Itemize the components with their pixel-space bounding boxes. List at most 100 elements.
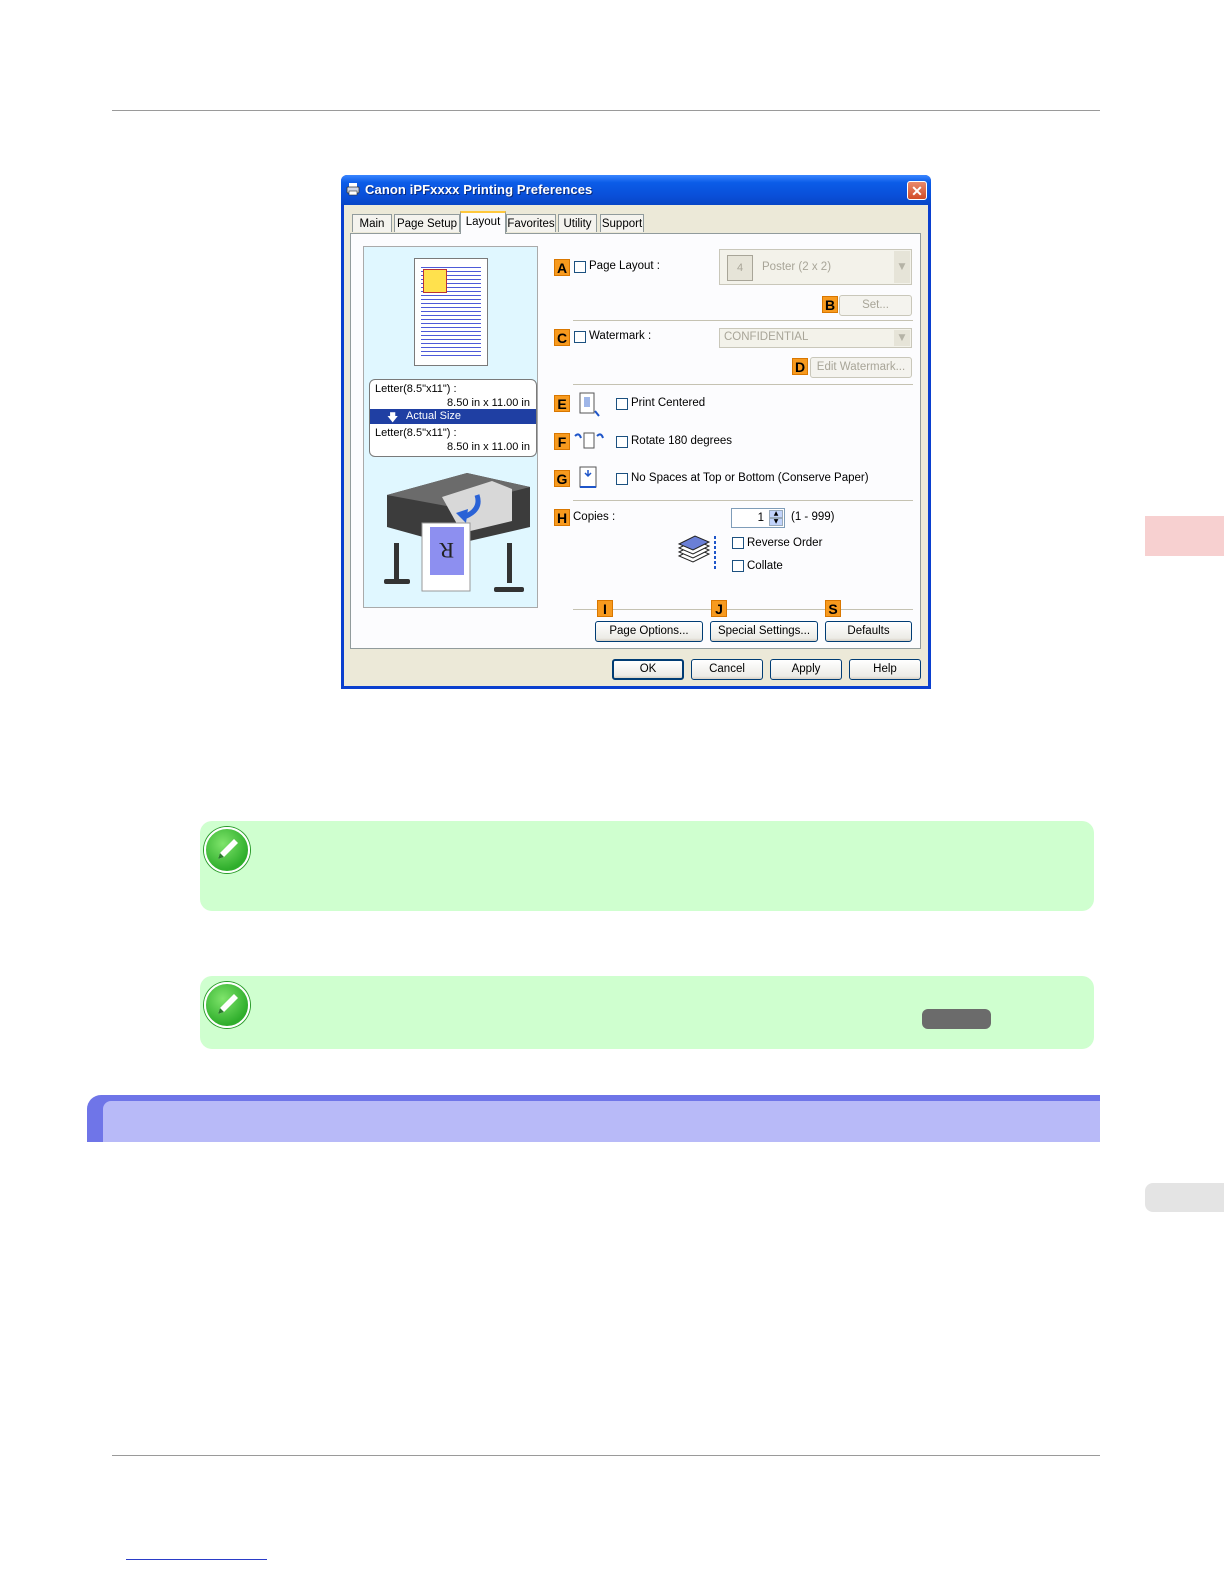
chevron-down-icon: ▼	[894, 330, 910, 346]
print-centered-icon	[579, 392, 600, 417]
cancel-button[interactable]: Cancel	[691, 659, 763, 680]
no-spaces-label: No Spaces at Top or Bottom (Conserve Pap…	[631, 472, 869, 484]
close-button[interactable]: ✕	[907, 181, 927, 200]
tab-label: Layout	[465, 216, 501, 228]
printer-icon	[346, 182, 360, 200]
tab-label: Favorites	[507, 218, 555, 230]
dialog-client-area: Main Page Setup Layout Favorites Utility…	[344, 205, 928, 686]
tab-utility[interactable]: Utility	[558, 214, 597, 232]
copies-stepper[interactable]: 1 ▲ ▼	[731, 508, 785, 528]
copies-range: (1 - 999)	[791, 511, 835, 523]
tab-label: Page Setup	[396, 218, 458, 230]
page-layout-checkbox[interactable]	[574, 261, 586, 273]
ok-button[interactable]: OK	[612, 659, 684, 680]
copies-value: 1	[757, 512, 764, 524]
reference-button[interactable]	[922, 1009, 991, 1029]
reverse-order-label: Reverse Order	[747, 537, 823, 549]
callout-c: C	[554, 329, 570, 346]
no-spaces-checkbox[interactable]	[616, 473, 628, 485]
note-box-1	[200, 821, 1094, 911]
callout-f: F	[554, 433, 570, 450]
print-centered-checkbox[interactable]	[616, 398, 628, 410]
watermark-checkbox[interactable]	[574, 331, 586, 343]
callout-b: B	[822, 296, 838, 313]
thumbnail-image-icon	[423, 269, 447, 293]
section-heading-fill	[103, 1101, 1100, 1142]
page-layout-value: Poster (2 x 2)	[762, 261, 832, 273]
rotate-checkbox[interactable]	[616, 436, 628, 448]
tab-favorites[interactable]: Favorites	[506, 214, 556, 232]
callout-s: S	[825, 600, 841, 617]
top-rule	[112, 110, 1100, 111]
page-layout-label: Page Layout :	[589, 260, 660, 272]
page-thumbnail	[414, 258, 488, 366]
defaults-button[interactable]: Defaults	[825, 621, 912, 642]
layout-preview: Letter(8.5"x11") : 8.50 in x 11.00 in 🡇 …	[363, 246, 538, 608]
separator-3	[573, 500, 913, 501]
output-size-label: Letter(8.5"x11") :	[375, 427, 457, 439]
size-info-box: Letter(8.5"x11") : 8.50 in x 11.00 in 🡇 …	[369, 379, 537, 457]
tab-page-setup[interactable]: Page Setup	[394, 214, 460, 232]
callout-a: A	[554, 259, 570, 276]
pencil-note-icon	[204, 982, 250, 1028]
scale-label: Actual Size	[406, 410, 462, 422]
footer-link-underline[interactable]	[126, 1559, 267, 1560]
reverse-order-checkbox[interactable]	[732, 537, 744, 549]
spin-up-icon[interactable]: ▲	[769, 510, 783, 518]
tab-label: Main	[359, 218, 385, 230]
tab-label: Utility	[563, 218, 592, 230]
watermark-label: Watermark :	[589, 330, 652, 342]
chevron-down-icon: ▼	[894, 251, 910, 283]
set-button[interactable]: Set...	[839, 295, 912, 316]
scale-row: 🡇 Actual Size	[370, 409, 536, 424]
special-settings-button[interactable]: Special Settings...	[710, 621, 818, 642]
note-box-2	[200, 976, 1094, 1049]
separator-4	[573, 609, 913, 610]
page-layout-select[interactable]: 4 Poster (2 x 2) ▼	[719, 249, 912, 285]
layout-tab-panel: Letter(8.5"x11") : 8.50 in x 11.00 in 🡇 …	[350, 233, 921, 649]
print-centered-label: Print Centered	[631, 397, 706, 409]
page-stack-icon	[677, 535, 716, 570]
bottom-rule	[112, 1455, 1100, 1456]
close-icon: ✕	[911, 183, 923, 199]
original-size-value: 8.50 in x 11.00 in	[447, 397, 530, 409]
separator-1	[573, 320, 913, 321]
tab-support[interactable]: Support	[600, 214, 644, 232]
index-side-tab[interactable]	[1145, 1183, 1224, 1212]
conserve-paper-icon	[579, 466, 597, 488]
watermark-value: CONFIDENTIAL	[724, 331, 809, 343]
separator-2	[573, 384, 913, 385]
section-heading-bar	[87, 1095, 1100, 1142]
tab-main[interactable]: Main	[352, 214, 392, 232]
spin-down-icon[interactable]: ▼	[769, 518, 783, 526]
pencil-note-icon	[204, 827, 250, 873]
page-options-button[interactable]: Page Options...	[595, 621, 703, 642]
svg-text:R: R	[439, 538, 454, 563]
poster-icon-text: 4	[736, 262, 744, 274]
rotate-label: Rotate 180 degrees	[631, 435, 733, 447]
callout-d: D	[792, 358, 808, 375]
edit-watermark-button[interactable]: Edit Watermark...	[810, 357, 912, 378]
dialog-titlebar[interactable]: Canon iPFxxxx Printing Preferences ✕	[341, 175, 931, 205]
printing-preferences-dialog: Canon iPFxxxx Printing Preferences ✕ Mai…	[341, 175, 931, 689]
printer-illustration-icon: R	[384, 473, 530, 592]
watermark-select[interactable]: CONFIDENTIAL ▼	[719, 328, 912, 348]
collate-checkbox[interactable]	[732, 560, 744, 572]
chapter-side-tab[interactable]	[1145, 516, 1224, 556]
callout-h: H	[554, 509, 570, 526]
output-size-value: 8.50 in x 11.00 in	[447, 441, 530, 453]
callout-g: G	[554, 470, 570, 487]
poster-layout-icon: 4	[727, 255, 753, 281]
help-button[interactable]: Help	[849, 659, 921, 680]
tab-label: Support	[601, 218, 643, 230]
apply-button[interactable]: Apply	[770, 659, 842, 680]
dialog-title: Canon iPFxxxx Printing Preferences	[365, 182, 593, 197]
callout-j: J	[711, 600, 727, 617]
rotate-icon	[574, 432, 604, 449]
tab-layout[interactable]: Layout	[460, 211, 506, 234]
callout-e: E	[554, 395, 570, 412]
original-size-label: Letter(8.5"x11") :	[375, 383, 457, 395]
callout-i: I	[597, 600, 613, 617]
down-arrow-icon: 🡇	[387, 412, 399, 424]
collate-label: Collate	[747, 560, 783, 572]
